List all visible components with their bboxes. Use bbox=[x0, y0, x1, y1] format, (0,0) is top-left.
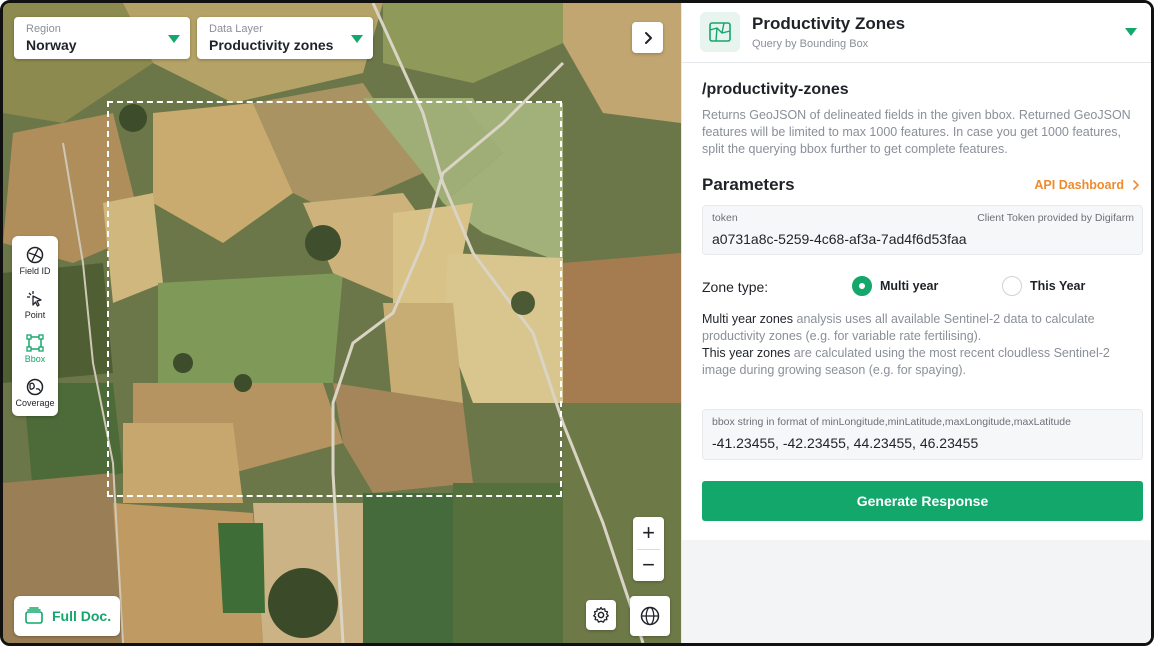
tool-label: Coverage bbox=[15, 398, 55, 408]
token-field[interactable]: token Client Token provided by Digifarm … bbox=[702, 205, 1143, 255]
app-window: Region Norway Data Layer Productivity zo… bbox=[0, 0, 1154, 646]
pointer-icon bbox=[27, 291, 42, 307]
tool-label: Point bbox=[24, 310, 46, 320]
multi-year-term: Multi year zones bbox=[702, 312, 794, 326]
tool-label: Bbox bbox=[24, 354, 46, 364]
tool-coverage[interactable]: Coverage bbox=[12, 372, 58, 416]
tool-label: Field ID bbox=[19, 266, 51, 276]
panel-header[interactable]: Productivity Zones Query by Bounding Box bbox=[682, 3, 1151, 63]
chevron-down-icon[interactable] bbox=[1125, 28, 1137, 36]
endpoint-description: Returns GeoJSON of delineated fields in … bbox=[702, 108, 1131, 156]
field-id-icon bbox=[26, 246, 44, 264]
radio-dot[interactable] bbox=[852, 276, 872, 296]
bbox-label: bbox string in format of minLongitude,mi… bbox=[712, 416, 1071, 428]
panel-subtitle: Query by Bounding Box bbox=[752, 38, 869, 50]
api-dashboard-link[interactable]: API Dashboard bbox=[1034, 178, 1140, 192]
zoom-control: + − bbox=[633, 517, 664, 581]
parameters-heading: Parameters bbox=[702, 175, 795, 194]
query-panel: Productivity Zones Query by Bounding Box… bbox=[681, 3, 1151, 643]
tool-field-id[interactable]: Field ID bbox=[12, 240, 58, 284]
endpoint-path: /productivity-zones bbox=[702, 81, 849, 98]
map-icon-box bbox=[700, 12, 740, 52]
map-fields-icon bbox=[709, 22, 731, 42]
settings-button[interactable] bbox=[586, 600, 616, 630]
bbox-value[interactable]: -41.23455, -42.23455, 44.23455, 46.23455 bbox=[712, 435, 978, 451]
bbox-field[interactable]: bbox string in format of minLongitude,mi… bbox=[702, 409, 1143, 460]
bounding-box-selection[interactable] bbox=[107, 101, 562, 497]
expand-panel-button[interactable] bbox=[632, 22, 663, 53]
tool-bbox[interactable]: Bbox bbox=[12, 328, 58, 372]
full-doc-button[interactable]: Full Doc. bbox=[14, 596, 120, 636]
token-label: token bbox=[712, 212, 738, 224]
panel-title: Productivity Zones bbox=[752, 14, 906, 33]
map-view[interactable]: Region Norway Data Layer Productivity zo… bbox=[3, 3, 681, 643]
token-value[interactable]: a0731a8c-5259-4c68-af3a-7ad4f6d53faa bbox=[712, 231, 967, 247]
chevron-down-icon bbox=[351, 35, 363, 43]
gear-icon bbox=[593, 606, 609, 623]
chevron-right-icon bbox=[1133, 180, 1140, 190]
data-layer-select[interactable]: Data Layer Productivity zones bbox=[197, 17, 373, 59]
zone-type-label: Zone type: bbox=[702, 279, 769, 295]
zoom-in-button[interactable]: + bbox=[633, 517, 664, 549]
radio-label: This Year bbox=[1030, 279, 1086, 293]
radio-this-year[interactable]: This Year bbox=[1002, 276, 1085, 296]
data-layer-caption: Data Layer bbox=[209, 23, 263, 35]
region-value: Norway bbox=[26, 37, 77, 53]
map-style-button[interactable] bbox=[630, 596, 670, 636]
radio-multi-year[interactable]: Multi year bbox=[852, 276, 938, 296]
region-select[interactable]: Region Norway bbox=[14, 17, 190, 59]
panel-content: Productivity Zones Query by Bounding Box… bbox=[682, 3, 1151, 540]
token-hint: Client Token provided by Digifarm bbox=[977, 212, 1134, 224]
radio-dot[interactable] bbox=[1002, 276, 1022, 296]
map-tool-bar: Field ID Point Bbox Coverage bbox=[12, 236, 58, 416]
api-dashboard-label: API Dashboard bbox=[1034, 178, 1124, 192]
radio-label: Multi year bbox=[880, 279, 939, 293]
chevron-right-icon bbox=[644, 31, 652, 44]
zoom-out-button[interactable]: − bbox=[633, 549, 664, 581]
data-layer-value: Productivity zones bbox=[209, 37, 334, 53]
region-caption: Region bbox=[26, 23, 61, 35]
full-doc-label: Full Doc. bbox=[52, 608, 112, 624]
chevron-down-icon bbox=[168, 35, 180, 43]
bbox-icon bbox=[26, 334, 44, 352]
stack-icon bbox=[25, 607, 43, 624]
zone-type-explanation: Multi year zones analysis uses all avail… bbox=[702, 311, 1142, 379]
coverage-icon bbox=[26, 378, 44, 396]
generate-response-button[interactable]: Generate Response bbox=[702, 481, 1143, 521]
globe-icon bbox=[640, 606, 660, 626]
this-year-term: This year zones bbox=[702, 346, 791, 360]
tool-point[interactable]: Point bbox=[12, 284, 58, 328]
